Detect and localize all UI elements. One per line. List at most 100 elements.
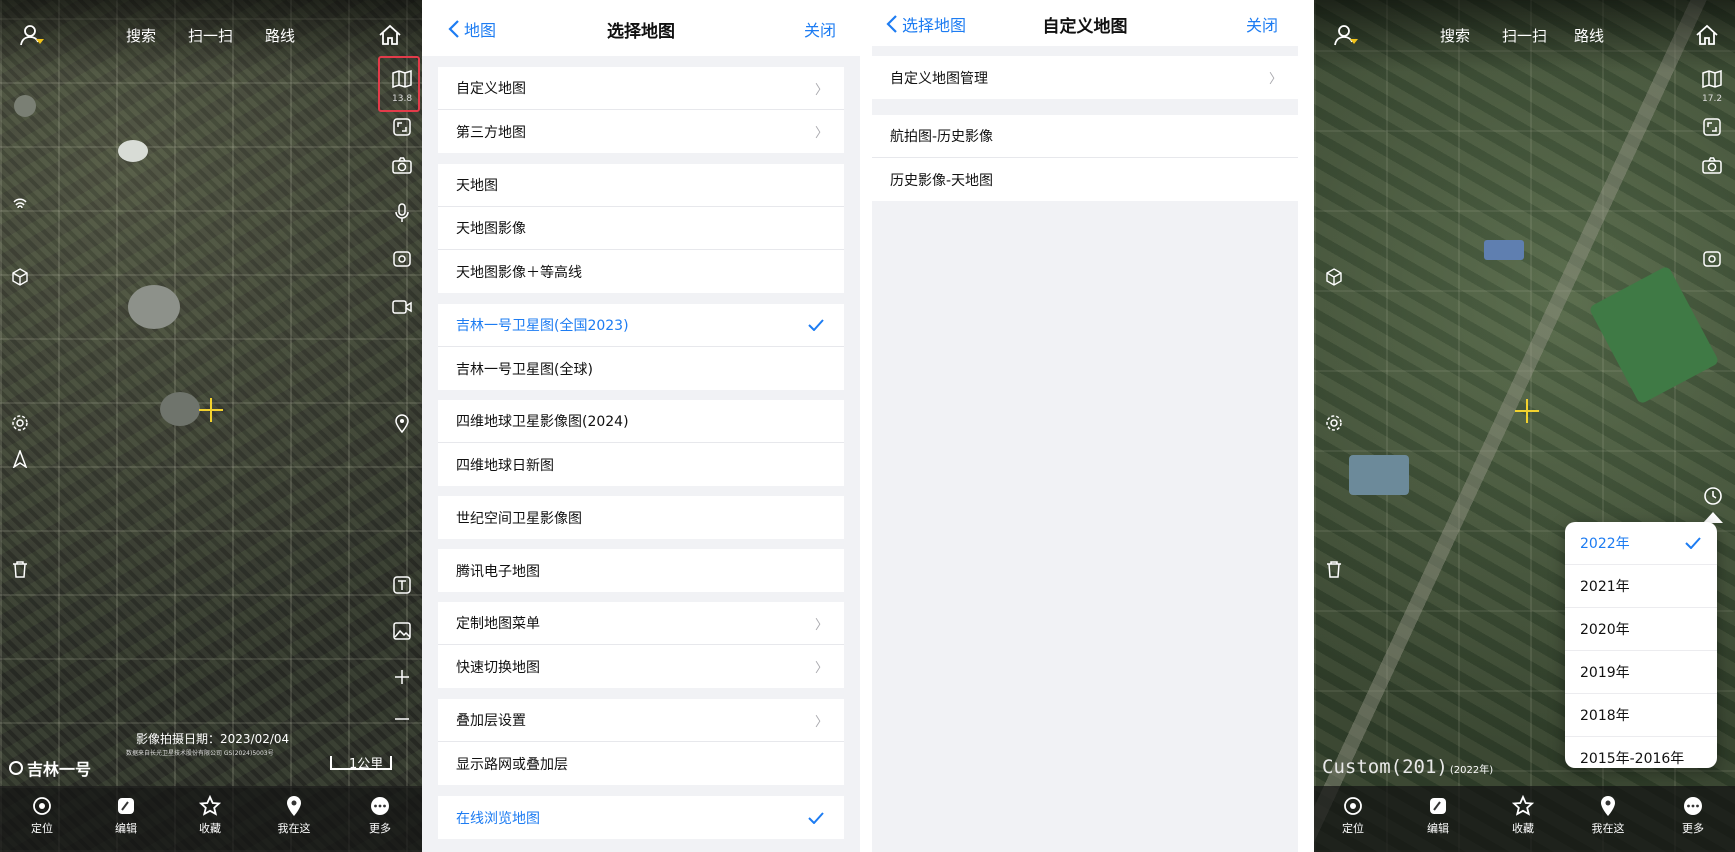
history-clock-icon[interactable] — [1700, 483, 1726, 509]
fullscreen-icon[interactable] — [389, 114, 415, 140]
settings-icon[interactable] — [7, 410, 33, 436]
more-icon — [1663, 794, 1723, 818]
year-option-2018[interactable]: 2018年 — [1565, 694, 1717, 737]
group-siwei: 四维地球卫星影像图(2024) 四维地球日新图 — [438, 400, 844, 486]
signal-icon[interactable] — [7, 192, 33, 218]
search-button[interactable]: 搜索 — [126, 25, 156, 46]
chevron-right-icon: 〉 — [814, 126, 828, 141]
custom-map-screen: 选择地图 自定义地图 关闭 自定义地图管理〉 航拍图-历史影像 历史影像-天地图 — [872, 0, 1298, 852]
route-button[interactable]: 路线 — [265, 25, 295, 46]
copyright-text: 数据来自长光卫星技术股份有限公司 GS(2024)5003号 — [126, 750, 274, 757]
list-item-quick-switch[interactable]: 快速切换地图〉 — [438, 645, 844, 688]
3d-view-icon[interactable] — [7, 264, 33, 290]
tab-locate[interactable]: 定位 — [12, 794, 72, 836]
list-item-jilin-global[interactable]: 吉林一号卫星图(全球) — [438, 347, 844, 390]
year-option-2019[interactable]: 2019年 — [1565, 651, 1717, 694]
screenshot-icon[interactable] — [1699, 246, 1725, 272]
list-item-tianditu[interactable]: 天地图 — [438, 164, 844, 207]
checkmark-icon — [1685, 537, 1701, 549]
list-item-jilin-china[interactable]: 吉林一号卫星图(全国2023) — [438, 304, 844, 347]
brand-mark-icon — [9, 761, 23, 775]
chevron-right-icon: 〉 — [814, 661, 828, 676]
compass-icon[interactable] — [7, 446, 33, 472]
edit-icon — [96, 794, 156, 818]
star-icon — [180, 794, 240, 818]
microphone-icon[interactable] — [389, 200, 415, 226]
pin-icon — [264, 794, 324, 818]
tab-locate[interactable]: 定位 — [1323, 794, 1383, 836]
list-item-tencent-map[interactable]: 腾讯电子地图 — [438, 549, 844, 592]
tab-favorites[interactable]: 收藏 — [180, 794, 240, 836]
text-tool-icon[interactable] — [389, 572, 415, 598]
list-item-aerial-history[interactable]: 航拍图-历史影像 — [872, 115, 1298, 158]
list-item-tianditu-contour[interactable]: 天地图影像＋等高线 — [438, 250, 844, 293]
tab-label: 编辑 — [115, 822, 137, 835]
tab-more[interactable]: 更多 — [350, 794, 410, 836]
tab-label: 定位 — [31, 822, 53, 835]
custom-map-watermark: Custom(201) (2022年) — [1322, 756, 1493, 778]
group-custom-menu: 定制地图菜单〉 快速切换地图〉 — [438, 602, 844, 688]
route-button[interactable]: 路线 — [1574, 25, 1604, 46]
brand-name: 吉林一号 — [27, 760, 92, 779]
page-title: 选择地图 — [607, 22, 675, 42]
tab-edit[interactable]: 编辑 — [96, 794, 156, 836]
satellite-map[interactable] — [0, 0, 422, 852]
fullscreen-icon[interactable] — [1699, 114, 1725, 140]
search-button[interactable]: 搜索 — [1440, 25, 1470, 46]
year-option-2020[interactable]: 2020年 — [1565, 608, 1717, 651]
pin-icon — [1578, 794, 1638, 818]
user-location-icon[interactable] — [1334, 24, 1360, 46]
group-online: 在线浏览地图 — [438, 796, 844, 839]
tab-favorites[interactable]: 收藏 — [1493, 794, 1553, 836]
list-item-siwei-daily[interactable]: 四维地球日新图 — [438, 443, 844, 486]
map-switch-icon[interactable] — [1699, 66, 1725, 92]
list-item-overlay-settings[interactable]: 叠加层设置〉 — [438, 699, 844, 742]
locate-icon — [1323, 794, 1383, 818]
camera-icon[interactable] — [389, 152, 415, 178]
screenshot-icon[interactable] — [389, 246, 415, 272]
home-icon[interactable] — [1695, 24, 1719, 46]
checkmark-icon — [808, 319, 824, 331]
list-item-online-browse[interactable]: 在线浏览地图 — [438, 796, 844, 839]
camera-icon[interactable] — [1699, 152, 1725, 178]
list-item-century-space[interactable]: 世纪空间卫星影像图 — [438, 496, 844, 539]
chevron-right-icon: 〉 — [814, 714, 828, 730]
bottom-toolbar: 定位 编辑 收藏 我在这 更多 — [0, 786, 422, 852]
tab-more[interactable]: 更多 — [1663, 794, 1723, 836]
place-marker-icon[interactable] — [389, 410, 415, 436]
year-option-2022[interactable]: 2022年 — [1565, 522, 1717, 565]
user-location-icon[interactable] — [20, 24, 46, 46]
list-item-custom-map-manage[interactable]: 自定义地图管理〉 — [872, 56, 1298, 99]
video-icon[interactable] — [389, 294, 415, 320]
locate-icon — [12, 794, 72, 818]
tab-here[interactable]: 我在这 — [1578, 794, 1638, 836]
scan-button[interactable]: 扫一扫 — [188, 25, 233, 46]
bottom-toolbar: 定位 编辑 收藏 我在这 更多 — [1314, 786, 1735, 852]
zoom-out-icon[interactable] — [389, 706, 415, 732]
year-option-2021[interactable]: 2021年 — [1565, 565, 1717, 608]
nav-header: 选择地图 自定义地图 关闭 — [872, 0, 1298, 46]
select-map-screen: 地图 选择地图 关闭 自定义地图〉 第三方地图〉 天地图 天地图影像 天地图影像… — [422, 0, 860, 852]
close-button[interactable]: 关闭 — [804, 17, 836, 41]
image-layer-icon[interactable] — [389, 618, 415, 644]
zoom-in-icon[interactable] — [389, 664, 415, 690]
close-button[interactable]: 关闭 — [1246, 12, 1278, 36]
trash-icon[interactable] — [1321, 556, 1347, 582]
group-tencent: 腾讯电子地图 — [438, 549, 844, 592]
3d-view-icon[interactable] — [1321, 264, 1347, 290]
group-overlay: 叠加层设置〉 显示路网或叠加层 — [438, 699, 844, 785]
list-item-tianditu-imagery[interactable]: 天地图影像 — [438, 207, 844, 250]
settings-icon[interactable] — [1321, 410, 1347, 436]
home-icon[interactable] — [378, 24, 402, 46]
tab-here[interactable]: 我在这 — [264, 794, 324, 836]
list-item-history-tianditu[interactable]: 历史影像-天地图 — [872, 158, 1298, 201]
scan-button[interactable]: 扫一扫 — [1502, 25, 1547, 46]
list-item-third-party-map[interactable]: 第三方地图〉 — [438, 110, 844, 153]
trash-icon[interactable] — [7, 556, 33, 582]
year-option-2015-2016[interactable]: 2015年-2016年 — [1565, 737, 1717, 768]
list-item-custom-map[interactable]: 自定义地图〉 — [438, 67, 844, 110]
tab-edit[interactable]: 编辑 — [1408, 794, 1468, 836]
list-item-siwei-2024[interactable]: 四维地球卫星影像图(2024) — [438, 400, 844, 443]
list-item-show-roadnet[interactable]: 显示路网或叠加层 — [438, 742, 844, 785]
list-item-custom-menu[interactable]: 定制地图菜单〉 — [438, 602, 844, 645]
